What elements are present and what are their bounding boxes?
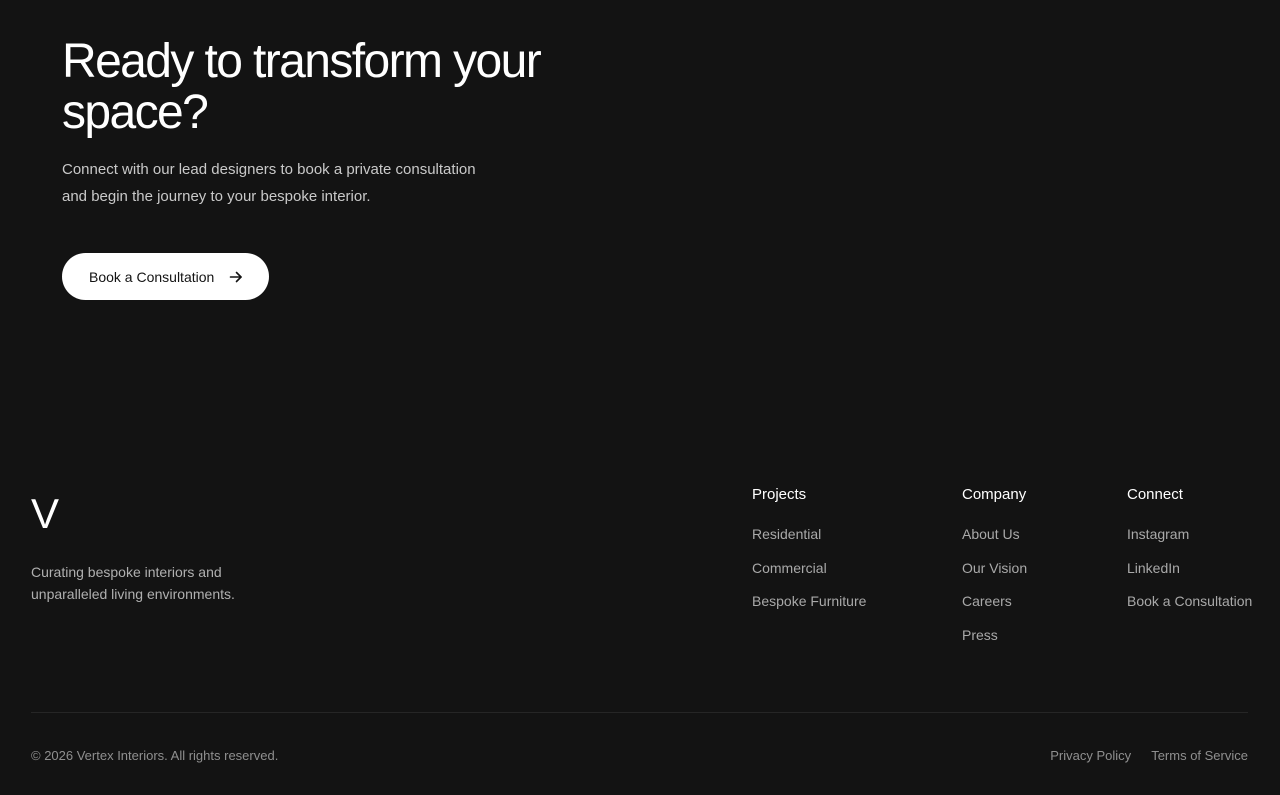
book-consultation-button[interactable]: Book a Consultation: [62, 253, 269, 300]
footer-column-heading: Company: [962, 486, 1027, 503]
footer-column-connect: Connect Instagram LinkedIn Book a Consul…: [1127, 485, 1252, 626]
footer-column-projects: Projects Residential Commercial Bespoke …: [752, 485, 866, 626]
footer-link-book-consultation[interactable]: Book a Consultation: [1127, 592, 1252, 611]
cta-section: Ready to transform your space? Connect w…: [62, 35, 582, 300]
footer-link-linkedin[interactable]: LinkedIn: [1127, 559, 1252, 578]
footer-column-company: Company About Us Our Vision Careers Pres…: [962, 485, 1027, 659]
terms-of-service-link[interactable]: Terms of Service: [1151, 747, 1248, 764]
footer-column-heading: Connect: [1127, 486, 1183, 503]
privacy-policy-link[interactable]: Privacy Policy: [1050, 747, 1131, 764]
footer-link-about-us[interactable]: About Us: [962, 525, 1027, 544]
footer-link-instagram[interactable]: Instagram: [1127, 525, 1252, 544]
arrow-right-icon: [228, 269, 244, 285]
cta-subtext: Connect with our lead designers to book …: [62, 161, 476, 205]
footer-link-press[interactable]: Press: [962, 626, 1027, 645]
footer-link-our-vision[interactable]: Our Vision: [962, 559, 1027, 578]
footer-column-heading: Projects: [752, 486, 807, 503]
copyright-text: © 2026 Vertex Interiors. All rights rese…: [31, 748, 279, 763]
footer-divider: [31, 712, 1248, 713]
footer-link-residential[interactable]: Residential: [752, 525, 866, 544]
footer-link-bespoke-furniture[interactable]: Bespoke Furniture: [752, 592, 866, 611]
book-consultation-label: Book a Consultation: [89, 268, 215, 285]
footer-link-commercial[interactable]: Commercial: [752, 559, 866, 578]
legal-links: Privacy Policy Terms of Service: [1050, 747, 1248, 764]
brand-tagline: Curating bespoke interiors and unparalle…: [31, 564, 235, 602]
brand-logo: V: [31, 490, 60, 537]
page: Ready to transform your space? Connect w…: [0, 0, 1280, 795]
footer-link-careers[interactable]: Careers: [962, 592, 1027, 611]
cta-heading: Ready to transform your space?: [62, 35, 542, 139]
footer-brand: V Curating bespoke interiors and unparal…: [31, 492, 251, 605]
